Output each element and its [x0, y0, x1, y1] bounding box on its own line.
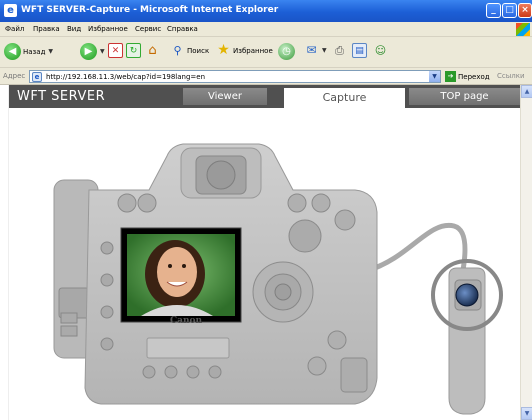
favorites-label: Избранное	[233, 46, 273, 55]
capture-area	[9, 108, 520, 420]
nav-top-page[interactable]: TOP page	[409, 88, 520, 105]
go-label: Переход	[458, 72, 490, 81]
refresh-button[interactable]: ↻	[126, 43, 141, 63]
star-icon: ★	[217, 42, 230, 58]
mail-icon: ✉	[306, 43, 317, 57]
back-arrow-icon: ◀	[4, 43, 21, 60]
close-button[interactable]: ×	[518, 3, 532, 18]
vertical-scrollbar[interactable]: ▲ ▼	[520, 85, 532, 420]
window-title: WFT SERVER-Capture - Microsoft Internet …	[21, 5, 279, 15]
maximize-button[interactable]: □	[502, 3, 517, 18]
messenger-button[interactable]: ☺	[373, 43, 388, 63]
menu-help[interactable]: Справка	[167, 25, 198, 33]
address-url[interactable]: http://192.168.11.3/web/cap?id=198lang=e…	[46, 73, 205, 81]
forward-button[interactable]: ▶ ▼	[80, 43, 105, 63]
links-button[interactable]: Ссылки	[497, 72, 525, 80]
toolbar: ◀ Назад ▼ ▶ ▼ ✕ ↻ ⌂ ⚲ Поиск ★ Избранное ◷ ✉ ▼ …	[0, 37, 532, 68]
minimize-button[interactable]: _	[486, 3, 501, 18]
menu-favorites[interactable]: Избранное	[88, 25, 128, 33]
camera-lcd-screen	[120, 227, 242, 323]
search-label: Поиск	[187, 46, 210, 55]
chevron-down-icon: ▼	[48, 48, 54, 55]
windows-logo-icon	[516, 23, 530, 36]
page-brand: WFT SERVER	[17, 89, 106, 104]
history-icon: ◷	[278, 43, 295, 60]
favorites-button[interactable]: ★ Избранное	[216, 43, 273, 63]
home-button[interactable]: ⌂	[145, 43, 160, 63]
window-left-edge	[0, 85, 9, 420]
menu-file[interactable]: Файл	[5, 25, 24, 33]
remote-switch	[431, 259, 503, 415]
address-label: Адрес	[3, 72, 26, 80]
page-header: WFT SERVER Viewer Capture TOP page	[9, 85, 520, 108]
messenger-icon: ☺	[374, 44, 387, 57]
ie-icon: e	[4, 4, 17, 17]
edit-icon: ▤	[352, 43, 367, 58]
search-button[interactable]: ⚲ Поиск	[170, 43, 209, 63]
mail-button[interactable]: ✉ ▼	[304, 43, 327, 63]
menu-edit[interactable]: Правка	[33, 25, 60, 33]
address-bar: Адрес e http://192.168.11.3/web/cap?id=1…	[0, 68, 532, 85]
forward-arrow-icon: ▶	[80, 43, 97, 60]
home-icon: ⌂	[148, 43, 157, 58]
back-button[interactable]: ◀ Назад ▼	[4, 43, 53, 63]
address-input[interactable]: e http://192.168.11.3/web/cap?id=198lang…	[29, 70, 441, 83]
refresh-icon: ↻	[126, 43, 141, 58]
camera-brand-label: Canon	[170, 316, 203, 326]
page-icon: e	[32, 72, 42, 82]
menu-view[interactable]: Вид	[67, 25, 81, 33]
camera-illustration	[53, 143, 503, 415]
stop-icon: ✕	[108, 43, 123, 58]
scroll-down-icon[interactable]: ▼	[521, 407, 532, 420]
title-bar: e WFT SERVER-Capture - Microsoft Interne…	[0, 0, 532, 22]
stop-button[interactable]: ✕	[108, 43, 123, 63]
search-icon: ⚲	[173, 44, 182, 57]
nav-viewer[interactable]: Viewer	[183, 88, 267, 105]
history-button[interactable]: ◷	[278, 43, 295, 63]
menu-bar: Файл Правка Вид Избранное Сервис Справка	[0, 22, 532, 37]
chevron-down-icon[interactable]: ▼	[429, 71, 440, 82]
edit-button[interactable]: ▤	[352, 43, 367, 63]
go-button[interactable]: ➔ Переход	[445, 71, 490, 82]
chevron-down-icon: ▼	[322, 47, 327, 54]
scroll-up-icon[interactable]: ▲	[521, 85, 532, 98]
print-button[interactable]: ⎙	[332, 43, 347, 63]
back-label: Назад	[23, 47, 46, 56]
chevron-down-icon: ▼	[100, 48, 105, 55]
menu-tools[interactable]: Сервис	[135, 25, 161, 33]
print-icon: ⎙	[335, 44, 344, 57]
nav-capture[interactable]: Capture	[284, 88, 405, 108]
go-arrow-icon: ➔	[445, 71, 456, 82]
